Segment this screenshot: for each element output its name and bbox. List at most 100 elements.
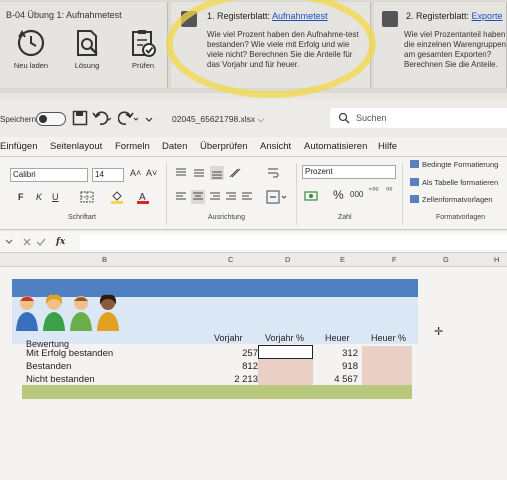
ribbon-tabs: Einfügen Seitenlayout Formeln Daten Über… — [0, 137, 507, 157]
check-clipboard-icon — [132, 30, 156, 57]
decrease-decimal-button[interactable]: ⁰⁰ — [386, 186, 392, 195]
font-size-select[interactable]: 14 — [92, 168, 124, 182]
accounting-format-icon[interactable] — [304, 189, 318, 203]
group-number-label: Zahl — [338, 214, 352, 221]
people-illustration — [14, 293, 121, 331]
search-input[interactable]: Suchen — [330, 108, 507, 128]
file-name[interactable]: 02045_65621798.xlsx ⌵ — [172, 114, 264, 125]
shrink-font-button[interactable]: A˅ — [146, 168, 157, 178]
font-color-icon[interactable]: A — [136, 190, 150, 204]
col-header-h[interactable]: H — [494, 255, 499, 264]
merge-center-icon[interactable] — [266, 190, 288, 204]
solution-label: Lösung — [74, 61, 100, 70]
underline-button[interactable]: U — [52, 192, 59, 202]
cell-styles-button[interactable]: Zellenformatvorlagen — [410, 195, 492, 204]
cell-heuer[interactable]: 312 — [342, 348, 358, 359]
insert-function-button[interactable]: fx — [56, 236, 65, 247]
reload-button[interactable]: Neu laden — [10, 28, 52, 70]
instruction-strip: B-04 Übung 1: Aufnahmetest Neu laden Lös… — [0, 0, 507, 98]
percent-style-button[interactable]: % — [333, 188, 344, 202]
formula-bar: fx — [0, 231, 507, 253]
fx-icon: fx — [56, 237, 66, 247]
col-header-d[interactable]: D — [285, 255, 290, 264]
wrap-text-icon[interactable] — [266, 166, 280, 180]
task2-link[interactable]: Exporte — [472, 11, 503, 21]
increase-decimal-button[interactable]: ⁺⁰⁰ — [368, 186, 379, 195]
cell-heuer[interactable]: 4 567 — [334, 374, 358, 385]
format-as-table-label: Als Tabelle formatieren — [422, 178, 499, 187]
more-commands-icon[interactable] — [144, 110, 154, 126]
group-separator — [402, 163, 403, 225]
cell-styles-icon — [410, 195, 419, 203]
task1-text: Wie viel Prozent haben den Aufnahme-test… — [207, 30, 359, 69]
col-header-f[interactable]: F — [392, 255, 397, 264]
task1-heading: 1. Registerblatt: Aufnahmetest — [207, 11, 328, 21]
worksheet-grid[interactable]: Bewertung Vorjahr Vorjahr % Heuer Heuer … — [0, 267, 507, 480]
person-icon — [16, 296, 38, 331]
fill-color-icon[interactable] — [110, 190, 124, 204]
file-name-text: 02045_65621798.xlsx — [172, 114, 256, 124]
autosave-toggle[interactable] — [36, 112, 66, 126]
task2-text: Wie viel Prozentanteil haben die einzeln… — [404, 30, 506, 69]
tab-automate[interactable]: Automatisieren — [304, 141, 367, 152]
col-header-g[interactable]: G — [443, 255, 449, 264]
align-center-icon[interactable] — [174, 190, 254, 204]
task1-marker-icon — [181, 11, 197, 27]
tab-help[interactable]: Hilfe — [378, 141, 397, 152]
task1-link[interactable]: Aufnahmetest — [272, 11, 328, 21]
group-font-label: Schriftart — [68, 214, 97, 221]
borders-icon[interactable] — [80, 191, 94, 203]
person-icon — [70, 296, 92, 331]
cell-cursor-icon: ✛ — [434, 326, 444, 338]
align-top-icon[interactable] — [174, 166, 254, 180]
group-styles-label: Formatvorlagen — [436, 214, 486, 221]
formula-input[interactable] — [80, 234, 507, 250]
total-row-band — [22, 385, 412, 399]
table-row: Mit Erfolg bestanden 257 312 — [22, 347, 412, 360]
cell-heuer[interactable]: 918 — [342, 361, 358, 372]
enter-icon[interactable] — [36, 237, 46, 247]
table-row: Bestanden 812 918 — [22, 360, 412, 373]
format-as-table-icon — [410, 178, 419, 186]
col-header-e[interactable]: E — [340, 255, 345, 264]
header-vorjahr-pct: Vorjahr % — [265, 333, 305, 343]
bold-button[interactable]: F — [18, 192, 24, 202]
number-format-select[interactable]: Prozent — [302, 165, 396, 179]
tab-formulas[interactable]: Formeln — [115, 141, 150, 152]
header-heuer-pct: Heuer % — [371, 333, 407, 343]
group-separator — [296, 163, 297, 225]
conditional-formatting-button[interactable]: Bedingte Formatierung — [410, 160, 498, 169]
grow-font-button[interactable]: A˄ — [130, 168, 141, 178]
header-heuer: Heuer — [325, 333, 350, 343]
solution-button[interactable]: Lösung — [66, 28, 108, 70]
task1-prefix: 1. Registerblatt: — [207, 11, 273, 21]
group-separator — [166, 163, 167, 225]
col-header-c[interactable]: C — [228, 255, 233, 264]
reload-clock-icon — [17, 29, 45, 57]
header-vorjahr: Vorjahr — [214, 333, 243, 343]
tab-view[interactable]: Ansicht — [260, 141, 291, 152]
group-align-label: Ausrichtung — [208, 214, 245, 221]
cell-vorjahr[interactable]: 257 — [242, 348, 258, 359]
italic-button[interactable]: K — [36, 192, 42, 202]
redo-icon[interactable] — [118, 110, 140, 126]
font-name-select[interactable]: Calibri — [10, 168, 88, 182]
tab-data[interactable]: Daten — [162, 141, 187, 152]
cancel-icon[interactable] — [22, 237, 32, 247]
check-label: Prüfen — [131, 61, 155, 70]
undo-icon[interactable] — [92, 110, 114, 126]
cell-vorjahr[interactable]: 812 — [242, 361, 258, 372]
check-button[interactable]: Prüfen — [122, 28, 164, 70]
cell-vorjahr[interactable]: 2 213 — [234, 374, 258, 385]
task2-heading: 2. Registerblatt: Exporte — [406, 11, 503, 21]
thousands-separator-button[interactable]: 000 — [350, 190, 363, 199]
task1-panel: 1. Registerblatt: Aufnahmetest Wie viel … — [171, 2, 371, 88]
column-headers: B C D E F G H — [0, 253, 507, 267]
format-as-table-button[interactable]: Als Tabelle formatieren — [410, 178, 498, 187]
name-box-chevron-icon[interactable] — [4, 236, 14, 246]
save-icon[interactable] — [72, 110, 88, 126]
tab-review[interactable]: Überprüfen — [200, 141, 248, 152]
tab-page-layout[interactable]: Seitenlayout — [50, 141, 102, 152]
col-header-b[interactable]: B — [102, 255, 107, 264]
tab-insert[interactable]: Einfügen — [0, 141, 38, 152]
